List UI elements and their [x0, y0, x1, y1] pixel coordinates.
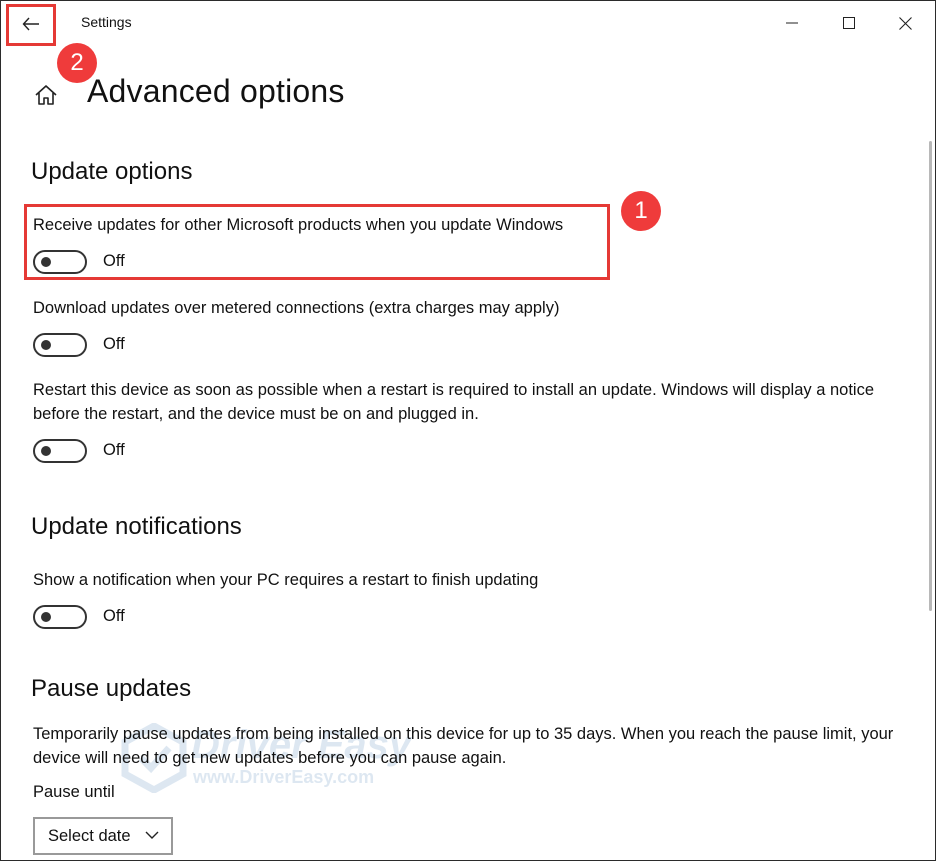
settings-window: Settings Advanced options Update options…: [0, 0, 936, 861]
section-title-update-notifications: Update notifications: [31, 513, 242, 540]
pause-description: Temporarily pause updates from being ins…: [33, 725, 894, 767]
home-icon[interactable]: [34, 83, 58, 107]
pause-date-value: Select date: [48, 826, 131, 845]
setting-label-metered: Download updates over metered connection…: [33, 299, 560, 317]
toggle-restart[interactable]: [33, 439, 87, 463]
pause-date-select[interactable]: Select date: [33, 817, 173, 855]
close-button[interactable]: [885, 9, 925, 37]
highlight-box-back-button: [6, 4, 56, 46]
toggle-state-restart-notification: Off: [103, 607, 125, 625]
setting-label-restart-notification: Show a notification when your PC require…: [33, 571, 539, 589]
toggle-metered[interactable]: [33, 333, 87, 357]
maximize-icon: [843, 17, 855, 29]
window-title: Settings: [81, 14, 132, 30]
scrollbar[interactable]: [929, 141, 932, 611]
watermark-line2: www.DriverEasy.com: [193, 767, 375, 787]
maximize-button[interactable]: [829, 9, 869, 37]
section-title-pause-updates: Pause updates: [31, 675, 192, 702]
callout-badge-2: 2: [57, 43, 97, 83]
setting-label-restart: Restart this device as soon as possible …: [33, 381, 875, 423]
section-title-update-options: Update options: [31, 158, 193, 185]
close-icon: [898, 16, 912, 30]
minimize-button[interactable]: [772, 9, 812, 37]
toggle-restart-notification[interactable]: [33, 605, 87, 629]
callout-badge-1: 1: [621, 191, 661, 231]
page-title: Advanced options: [87, 73, 345, 109]
minimize-icon: [786, 22, 798, 24]
pause-until-label: Pause until: [33, 783, 115, 801]
toggle-state-metered: Off: [103, 335, 125, 353]
highlight-box-other-products: [24, 204, 610, 280]
toggle-state-restart: Off: [103, 441, 125, 459]
chevron-down-icon: [145, 831, 159, 839]
